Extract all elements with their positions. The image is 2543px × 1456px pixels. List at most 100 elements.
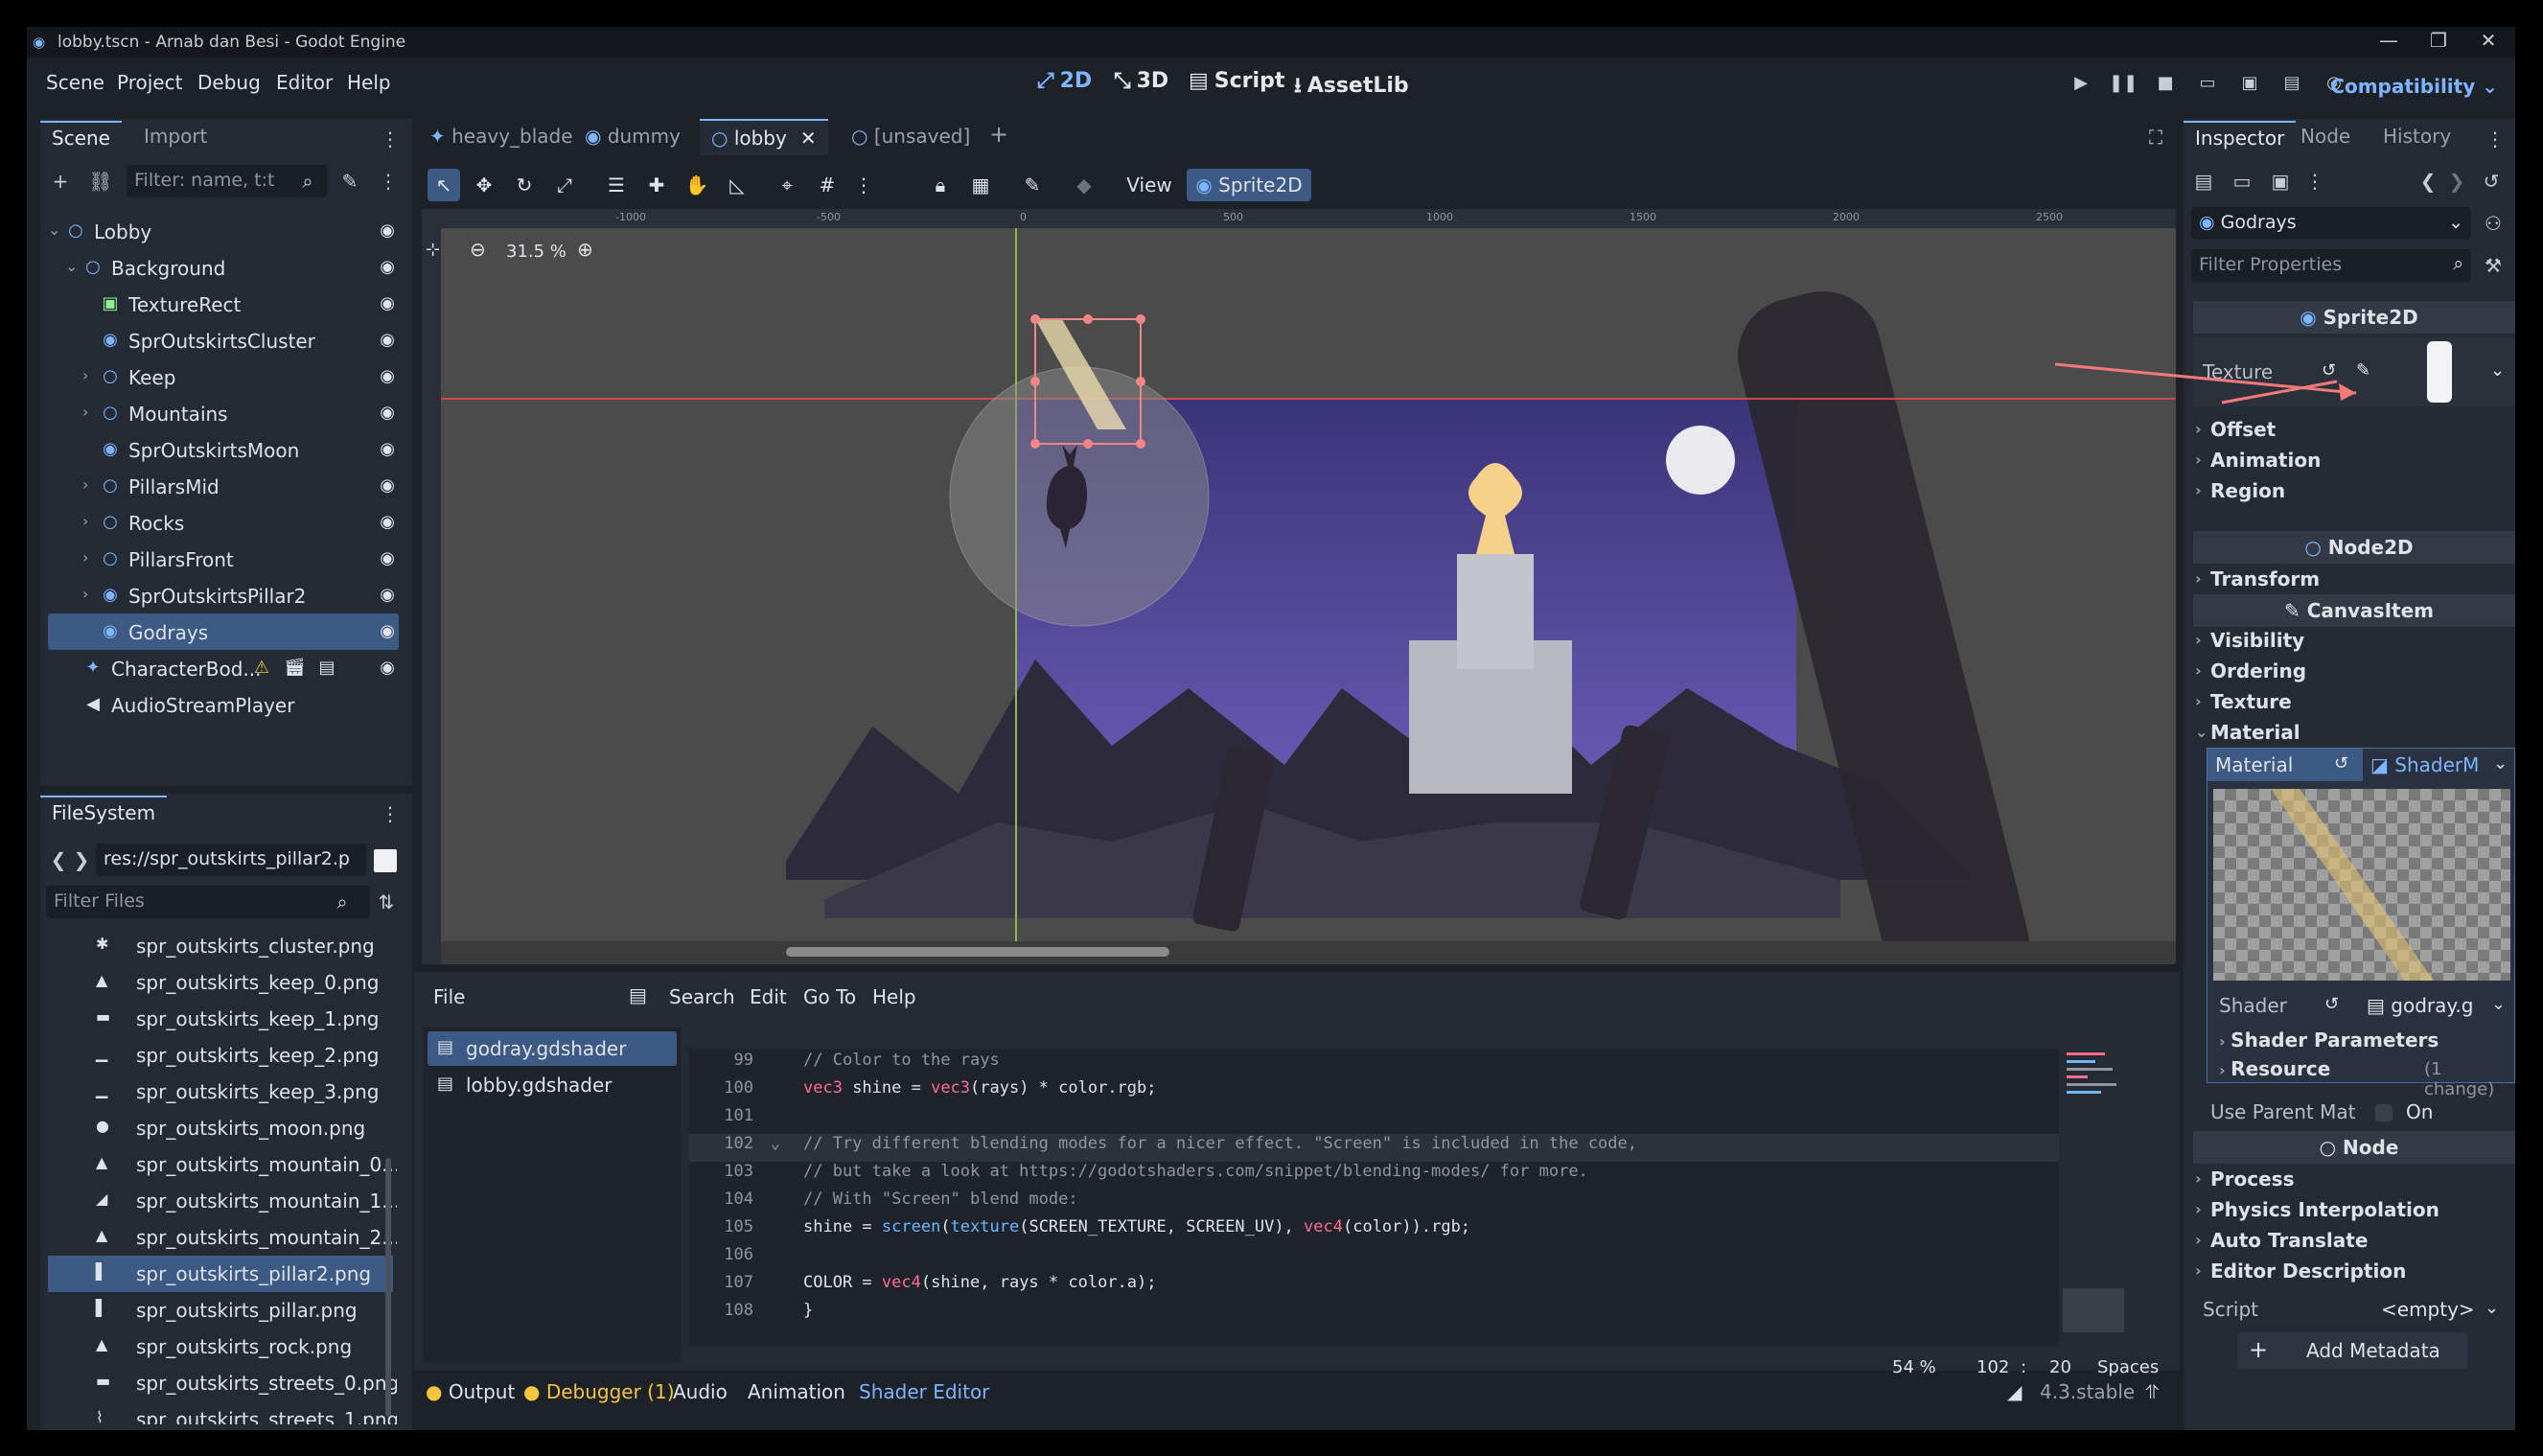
ruler-icon[interactable]: ◺ (721, 169, 753, 201)
code-zoom[interactable]: 54 % (1892, 1357, 1936, 1377)
stop-icon[interactable]: ■ (2151, 73, 2180, 102)
tab-unsaved[interactable]: ○ [unsaved] (840, 119, 982, 155)
sort-icon[interactable]: ⇅ (372, 888, 401, 916)
chevron-right-icon[interactable]: › (82, 585, 88, 603)
resource-options-icon[interactable]: ⋮ (2300, 167, 2329, 196)
bottom-tab-audio[interactable]: Audio (673, 1380, 728, 1403)
center-view-icon[interactable]: ⊹ (426, 240, 440, 260)
distraction-free-icon[interactable]: ⛶ (2141, 123, 2170, 151)
tab-heavy-blade[interactable]: ✦ heavy_blade (418, 119, 585, 155)
file-list-item[interactable]: ◢ spr_outskirts_mountain_1.... (48, 1183, 397, 1219)
shader-menu-goto[interactable]: Go To (803, 985, 856, 1008)
filesystem-menu-icon[interactable]: ⋮ (376, 799, 405, 828)
chevron-down-icon[interactable]: ⌄ (2491, 994, 2506, 1014)
chevron-right-icon[interactable]: › (82, 548, 88, 566)
tab-import[interactable]: Import (132, 121, 219, 151)
code-line[interactable]: 106 (688, 1245, 2059, 1273)
code-line[interactable]: 103 // but take a look at https://godotsh… (688, 1162, 2059, 1190)
menu-scene[interactable]: Scene (46, 71, 104, 94)
workspace-script[interactable]: ▤ Script (1189, 69, 1284, 93)
code-line[interactable]: 99 // Color to the rays (688, 1051, 2059, 1078)
scene-tree-row[interactable]: ◉ SprOutskirtsCluster ◉ (48, 322, 399, 358)
file-list-item[interactable]: ▲ spr_outskirts_keep_0.png (48, 964, 393, 1001)
scene-tree-row[interactable]: ✦ CharacterBod... ⚠ 🎬︎ ▤ ◉ (48, 650, 399, 686)
object-docs-icon[interactable]: ⚇ (2479, 209, 2508, 238)
filter-properties-input[interactable]: Filter Properties ⌕ (2191, 249, 2471, 282)
warning-icon[interactable]: ⚠ (251, 658, 272, 678)
visibility-eye-icon[interactable]: ◉ (380, 585, 395, 605)
add-metadata-button[interactable]: + Add Metadata (2237, 1332, 2467, 1369)
select-mode-icon[interactable]: ↖ (428, 169, 460, 201)
use-parent-material-checkbox[interactable] (2375, 1104, 2393, 1121)
history-back-icon[interactable]: ❮ (2414, 167, 2442, 196)
scene-tree-row[interactable]: ◀ AudioStreamPlayer (48, 686, 399, 723)
code-line[interactable]: 100 vec3 shine = vec3(rays) * color.rgb; (688, 1078, 2059, 1106)
bottom-tab-output[interactable]: ● Output (426, 1380, 515, 1403)
camera-override-icon[interactable]: ◆ (1068, 169, 1100, 201)
inspector-menu-icon[interactable]: ⋮ (2481, 125, 2509, 153)
shader-file-item[interactable]: ▤ lobby.gdshader (428, 1068, 677, 1102)
forward-icon[interactable]: ❯ (67, 845, 96, 874)
view-menu[interactable]: View (1116, 169, 1183, 201)
h-scrollbar[interactable] (786, 947, 1169, 957)
file-list-scrollbar[interactable] (385, 1158, 391, 1417)
play-scene-icon[interactable]: ▣ (2235, 73, 2264, 102)
zoom-level[interactable]: 31.5 % (506, 242, 566, 262)
inspector-section-editor-description[interactable]: › Editor Description (2184, 1256, 2515, 1286)
bottom-tab-animation[interactable]: Animation (748, 1380, 845, 1403)
scale-mode-icon[interactable]: ⤢ (548, 169, 581, 201)
tab-node[interactable]: Node (2289, 121, 2362, 151)
file-list-item[interactable]: ▁ spr_outskirts_keep_3.png (48, 1074, 393, 1110)
fold-icon[interactable]: ⌄ (761, 1134, 780, 1153)
visibility-eye-icon[interactable]: ◉ (380, 293, 395, 313)
tab-dummy[interactable]: ◉ dummy (573, 119, 692, 155)
scene-tree-row[interactable]: ▣ TextureRect ◉ (48, 286, 399, 322)
file-filter-input[interactable]: Filter Files (46, 886, 370, 918)
scene-tree-row[interactable]: › ○ PillarsFront ◉ (48, 541, 399, 577)
visibility-eye-icon[interactable]: ◉ (380, 512, 395, 532)
inspector-section-region[interactable]: › Region (2184, 475, 2515, 506)
snap-options-icon[interactable]: ⋮ (847, 169, 880, 201)
scene-tree-row[interactable]: › ○ Rocks ◉ (48, 504, 399, 541)
visibility-eye-icon[interactable]: ◉ (380, 220, 395, 241)
file-list-item[interactable]: ● spr_outskirts_moon.png (48, 1110, 393, 1146)
group-icon[interactable]: ▦ (964, 169, 997, 201)
object-selector[interactable]: ◉ Godrays ⌄ (2191, 207, 2471, 240)
file-list-item[interactable]: ▬ spr_outskirts_keep_1.png (48, 1001, 393, 1037)
inspector-section-transform[interactable]: › Transform (2184, 564, 2515, 594)
visibility-eye-icon[interactable]: ◉ (380, 548, 395, 568)
inspector-section-ordering[interactable]: › Ordering (2184, 656, 2515, 686)
workspace-assetlib[interactable]: ⭳ AssetLib (1294, 69, 1409, 105)
file-list-item[interactable]: ▬ spr_outskirts_streets_0.png (48, 1365, 397, 1401)
inspector-section-animation[interactable]: › Animation (2184, 445, 2515, 475)
menu-help[interactable]: Help (347, 71, 391, 94)
shader-menu-search[interactable]: Search (669, 985, 735, 1008)
add-tab-icon[interactable]: + (978, 119, 1020, 155)
remote-debug-icon[interactable]: ▭ (2193, 73, 2222, 102)
material-value[interactable]: ◪ ShaderM ⌄ (2363, 749, 2514, 781)
object-history-icon[interactable]: ↺ (2477, 167, 2506, 196)
zoom-out-icon[interactable]: ⊖ (470, 238, 486, 261)
code-line[interactable]: 104 // With "Screen" blend mode: (688, 1190, 2059, 1217)
chevron-down-icon[interactable]: ⌄ (2493, 753, 2508, 774)
scene-tree-row[interactable]: ◉ SprOutskirtsMoon ◉ (48, 431, 399, 468)
inspector-section-process[interactable]: › Process (2184, 1164, 2515, 1194)
visibility-eye-icon[interactable]: ◉ (380, 330, 395, 350)
revert-icon[interactable]: ↺ (2324, 994, 2339, 1014)
inspector-section-auto-translate[interactable]: › Auto Translate (2184, 1225, 2515, 1256)
smart-snap-icon[interactable]: ⌖ (771, 169, 803, 201)
save-resource-icon[interactable]: ▣ (2266, 167, 2295, 196)
sprite2d-menu[interactable]: ◉ Sprite2D (1187, 169, 1311, 201)
file-list-item[interactable]: ▲ spr_outskirts_mountain_2.... (48, 1219, 397, 1256)
filesystem-path[interactable]: res://spr_outskirts_pillar2.p (96, 844, 366, 876)
shader-menu-file[interactable]: File (433, 985, 465, 1008)
play-icon[interactable]: ▶ (2067, 73, 2095, 102)
menu-editor[interactable]: Editor (276, 71, 333, 94)
inspector-section-texture[interactable]: › Texture (2184, 686, 2515, 717)
lock-icon[interactable]: 🔒︎ (924, 169, 957, 201)
chevron-down-icon[interactable]: ⌄ (48, 220, 60, 239)
inspector-section-visibility[interactable]: › Visibility (2184, 625, 2515, 656)
play-custom-icon[interactable]: ▤ (2277, 73, 2306, 102)
visibility-eye-icon[interactable]: ◉ (380, 439, 395, 459)
workspace-3d[interactable]: ⤡ 3D (1114, 69, 1168, 93)
